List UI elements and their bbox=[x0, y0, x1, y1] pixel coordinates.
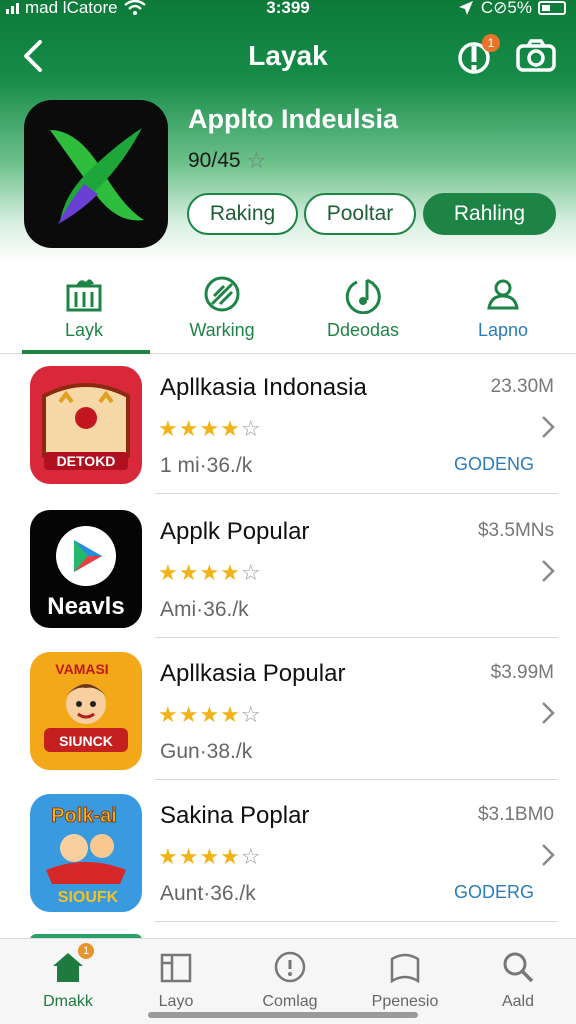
download-button[interactable]: GODERG bbox=[454, 882, 534, 903]
cartoon-racer-icon: Polk-ai SIOUFK bbox=[30, 794, 142, 912]
tab-label: Warking bbox=[189, 320, 255, 340]
location-icon bbox=[458, 1, 473, 15]
nav-label: Aald bbox=[501, 993, 535, 1010]
camera-button[interactable] bbox=[514, 36, 558, 76]
download-count: Gun·38./k bbox=[160, 740, 253, 763]
nav-label: Dmakk bbox=[43, 993, 93, 1010]
notification-button[interactable]: 1 bbox=[456, 34, 500, 76]
tab-ddeodas[interactable]: Ddeodas bbox=[293, 270, 433, 350]
icon-caption: DETOKD bbox=[57, 453, 116, 469]
icon-caption-top: Polk-ai bbox=[51, 805, 117, 827]
app-size: $3.5MNs bbox=[477, 520, 554, 541]
tab-label: Ddeodas bbox=[326, 320, 400, 340]
chevron-right-icon[interactable] bbox=[540, 414, 556, 440]
chevron-right-icon[interactable] bbox=[540, 558, 556, 584]
category-tabs: Layk Warking Ddeodas Lapno bbox=[0, 262, 576, 354]
app-rating-value: 90/45 bbox=[188, 149, 241, 172]
chevron-right-icon[interactable] bbox=[540, 842, 556, 868]
app-logo bbox=[24, 100, 168, 248]
search-icon bbox=[503, 952, 534, 983]
chip-pooltar[interactable]: Pooltar bbox=[304, 193, 416, 235]
battery-label: C⊘5% bbox=[480, 0, 532, 17]
app-name: Apllkasia Indonasia bbox=[160, 374, 367, 401]
bar-chart-icon bbox=[66, 279, 102, 312]
tab-lapno[interactable]: Lapno bbox=[433, 270, 573, 350]
nav-layo[interactable]: Layo bbox=[126, 945, 226, 1015]
notification-badge: 1 bbox=[482, 34, 500, 52]
nav-aald[interactable]: Aald bbox=[468, 945, 568, 1015]
star-rating: ★★★★☆ bbox=[158, 416, 262, 441]
music-note-icon bbox=[345, 278, 381, 314]
list-item[interactable]: DETOKD Apllkasia Indonasia ★★★★☆ 1 mi·36… bbox=[0, 354, 576, 494]
camera-icon bbox=[516, 39, 556, 72]
status-bar: mad lCatore 3:399 C⊘5% bbox=[0, 0, 576, 20]
play-store-icon: Neavls bbox=[30, 510, 142, 628]
chip-raking[interactable]: Raking bbox=[187, 193, 298, 235]
chip-rahling[interactable]: Rahling bbox=[423, 193, 556, 235]
nav-label: Layo bbox=[158, 993, 194, 1010]
divider bbox=[155, 921, 558, 922]
app-name: Applk Popular bbox=[160, 518, 310, 545]
download-button[interactable]: GODENG bbox=[454, 454, 534, 475]
star-rating: ★★★★☆ bbox=[158, 560, 262, 585]
nav-label: Ppenesio bbox=[371, 993, 439, 1010]
chevron-right-icon[interactable] bbox=[540, 700, 556, 726]
tab-label: Layk bbox=[64, 320, 104, 340]
download-count: Ami·36./k bbox=[160, 598, 249, 621]
nav-comlag[interactable]: Comlag bbox=[240, 945, 340, 1015]
battery-icon bbox=[538, 1, 566, 15]
star-icon: ☆ bbox=[246, 148, 267, 173]
divider bbox=[155, 493, 558, 494]
icon-caption: Neavls bbox=[47, 593, 124, 620]
tab-warking[interactable]: Warking bbox=[152, 270, 292, 350]
cartoon-game-icon: VAMASI SIUNCK bbox=[30, 652, 142, 770]
divider bbox=[155, 779, 558, 780]
nav-label: Comlag bbox=[262, 993, 318, 1010]
nav-ppenesio[interactable]: Ppenesio bbox=[355, 945, 455, 1015]
list-item[interactable]: Neavls Applk Popular ★★★★☆ Ami·36./k $3.… bbox=[0, 498, 576, 638]
globe-leaf-icon bbox=[204, 276, 240, 312]
app-name: Sakina Poplar bbox=[160, 802, 310, 829]
icon-caption: SIOUFK bbox=[58, 889, 119, 906]
tab-label: Lapno bbox=[477, 320, 529, 340]
download-count: Aunt·36./k bbox=[160, 882, 256, 905]
app-size: $3.1BM0 bbox=[477, 804, 554, 825]
top-bar: Layak 1 bbox=[0, 30, 576, 82]
star-rating: ★★★★☆ bbox=[158, 702, 262, 727]
info-circle-icon bbox=[274, 951, 306, 983]
bookmark-icon bbox=[390, 953, 420, 984]
star-rating: ★★★★☆ bbox=[158, 844, 262, 869]
home-indicator bbox=[148, 1012, 418, 1018]
divider bbox=[155, 637, 558, 638]
nav-home[interactable]: 1 Dmakk bbox=[18, 943, 118, 1015]
app-size: $3.99M bbox=[490, 662, 554, 683]
person-icon bbox=[487, 279, 519, 310]
icon-caption-top: VAMASI bbox=[55, 661, 108, 677]
app-name: Apllkasia Popular bbox=[160, 660, 346, 687]
app-name: Applto Indeulsia bbox=[188, 104, 399, 134]
list-item[interactable]: VAMASI SIUNCK Apllkasia Popular ★★★★☆ Gu… bbox=[0, 640, 576, 780]
download-count: 1 mi·36./k bbox=[160, 454, 253, 477]
home-badge: 1 bbox=[78, 943, 94, 959]
list-item[interactable]: Polk-ai SIOUFK Sakina Poplar ★★★★☆ Aunt·… bbox=[0, 782, 576, 922]
app-rating: 90/45 ☆ bbox=[188, 148, 266, 174]
book-icon bbox=[160, 953, 192, 983]
tab-layk[interactable]: Layk bbox=[14, 270, 154, 350]
app-size: 23.30M bbox=[490, 376, 554, 397]
icon-caption: SIUNCK bbox=[59, 733, 113, 749]
game-icon: DETOKD bbox=[30, 366, 142, 484]
